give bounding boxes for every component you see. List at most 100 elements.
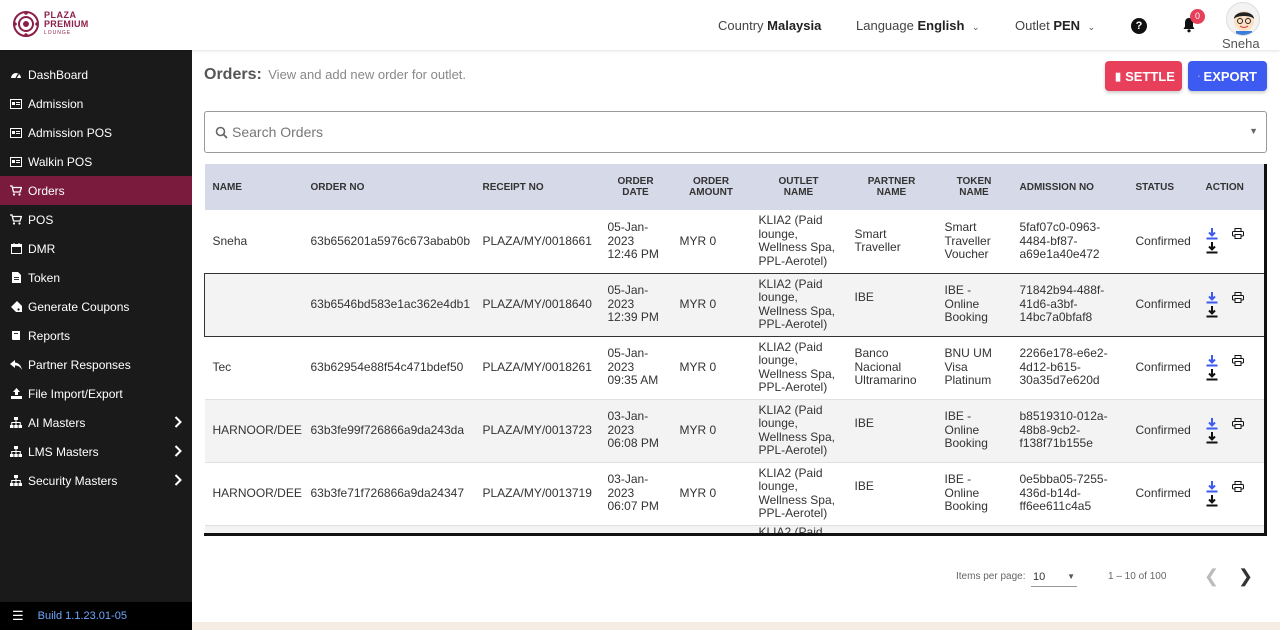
book-icon bbox=[10, 330, 22, 342]
cell-text: Confirmed bbox=[1135, 233, 1191, 248]
cell-admission-no bbox=[1012, 525, 1128, 533]
col-header-status[interactable]: STATUS bbox=[1128, 164, 1198, 210]
col-header-partner-name[interactable]: PARTNER NAME bbox=[847, 164, 937, 210]
print-icon[interactable] bbox=[1231, 417, 1244, 429]
print-icon[interactable] bbox=[1231, 480, 1244, 492]
sidebar-item-lms-masters[interactable]: LMS Masters bbox=[0, 437, 192, 466]
sidebar-item-file-import-export[interactable]: File Import/Export bbox=[0, 379, 192, 408]
sidebar-item-label: Admission bbox=[28, 96, 84, 111]
sidebar-item-dmr[interactable]: DMR bbox=[0, 234, 192, 263]
outlet-dropdown[interactable]: Outlet PEN ⌄ bbox=[1015, 18, 1095, 33]
sidebar-item-generate-coupons[interactable]: Generate Coupons bbox=[0, 292, 192, 321]
col-header-order-no[interactable]: ORDER NO bbox=[303, 164, 475, 210]
cell-outlet-name: KLIA2 (Paid lounge, Wellness Spa, PPL-Aerot… bbox=[751, 336, 847, 399]
help-icon[interactable]: ? bbox=[1131, 18, 1147, 34]
sidebar-item-ai-masters[interactable]: AI Masters bbox=[0, 408, 192, 437]
sidebar-item-orders[interactable]: Orders bbox=[0, 176, 192, 205]
download-icon[interactable] bbox=[1206, 354, 1218, 367]
col-header-name[interactable]: NAME bbox=[205, 164, 303, 210]
next-page-button[interactable]: ❯ bbox=[1238, 566, 1253, 587]
sidebar-item-admission[interactable]: Admission bbox=[0, 89, 192, 118]
cell-line: IBE bbox=[854, 479, 874, 493]
sidebar-item-label: Token bbox=[28, 270, 61, 285]
cell-action bbox=[1198, 525, 1265, 533]
download-icon[interactable] bbox=[1206, 417, 1218, 430]
cell-order-no: 63b3fe99f726866a9da243da bbox=[303, 399, 475, 462]
cell-status: Confirmed bbox=[1128, 399, 1198, 462]
col-header-outlet-name[interactable]: OUTLET NAME bbox=[751, 164, 847, 210]
sidebar-item-pos[interactable]: POS bbox=[0, 205, 192, 234]
col-header-receipt-no[interactable]: RECEIPT NO bbox=[475, 164, 600, 210]
outlet-value: PEN bbox=[1053, 18, 1081, 33]
logo-line-3: LOUNGE bbox=[44, 29, 72, 36]
table-row[interactable]: Tec 63b62954e88f54c471bdef50 PLAZA/MY/0018… bbox=[204, 336, 1265, 399]
print-icon[interactable] bbox=[1231, 291, 1244, 303]
cell-text: 63b6546bd583e1ac362e4db1 bbox=[310, 296, 471, 311]
table-row[interactable]: KLIA2 (Paid bbox=[204, 525, 1265, 533]
items-per-page-select[interactable]: 10 ▼ bbox=[1031, 567, 1077, 587]
export-button[interactable]: EXPORT bbox=[1188, 61, 1267, 91]
avatar[interactable] bbox=[1226, 2, 1260, 36]
sidebar-item-reports[interactable]: Reports bbox=[0, 321, 192, 350]
search-box[interactable]: ▼ bbox=[204, 111, 1267, 153]
cell-line: lounge, bbox=[758, 290, 798, 304]
download-icon[interactable] bbox=[1206, 368, 1218, 381]
table-scrollbar[interactable] bbox=[1264, 164, 1267, 536]
table-row[interactable]: 63b6546bd583e1ac362e4db1 PLAZA/MY/0018640… bbox=[204, 272, 1264, 337]
table-row[interactable]: HARNOOR/DEE 63b3fe99f726866a9da243da PLAZA… bbox=[204, 399, 1264, 462]
col-header-order-amount[interactable]: ORDER AMOUNT bbox=[672, 164, 751, 210]
cell-line: Banco bbox=[854, 346, 889, 361]
sidebar-item-label: Security Masters bbox=[28, 473, 118, 488]
col-header-admission-no[interactable]: ADMISSION NO bbox=[1012, 164, 1128, 210]
sidebar-item-admission-pos[interactable]: Admission POS bbox=[0, 118, 192, 147]
cell-line: 14bc7a0bfaf8 bbox=[1019, 310, 1093, 325]
sidebar-item-token[interactable]: Token bbox=[0, 263, 192, 292]
chevron-down-icon: ⌄ bbox=[972, 22, 980, 32]
table-row[interactable]: Sneha 63b656201a5976c673abab0b PLAZA/MY/00… bbox=[204, 210, 1264, 273]
notification-badge: 0 bbox=[1190, 9, 1205, 24]
user-name[interactable]: Sneha bbox=[1222, 36, 1260, 51]
sidebar-item-partner-responses[interactable]: Partner Responses bbox=[0, 350, 192, 379]
cell-action bbox=[1198, 336, 1265, 399]
settle-button[interactable]: ▮ SETTLE bbox=[1105, 61, 1182, 91]
language-dropdown[interactable]: Language English ⌄ bbox=[856, 18, 980, 33]
cell-text: PLAZA/MY/0013723 bbox=[482, 422, 592, 437]
print-icon[interactable] bbox=[1231, 354, 1244, 366]
download-icon[interactable] bbox=[1206, 305, 1218, 318]
col-header-order-date[interactable]: ORDER DATE bbox=[600, 164, 672, 210]
download-group bbox=[1206, 228, 1218, 254]
download-icon[interactable] bbox=[1206, 228, 1218, 240]
cell-text: 63b3fe71f726866a9da24347 bbox=[310, 485, 465, 500]
cell-line: BNU UM bbox=[944, 346, 992, 361]
plaza-premium-logo[interactable]: PLAZA PREMIUM LOUNGE bbox=[12, 10, 89, 38]
search-input[interactable] bbox=[232, 124, 1232, 140]
download-icon[interactable] bbox=[1206, 431, 1218, 444]
table-row[interactable]: HARNOOR/DEE 63b3fe71f726866a9da24347 PLAZA… bbox=[204, 462, 1264, 525]
cell-outlet-name: KLIA2 (Paid lounge, Wellness Spa, PPL-Aerot… bbox=[750, 272, 847, 337]
cell-status bbox=[1128, 525, 1198, 533]
previous-page-button[interactable]: ❮ bbox=[1204, 566, 1219, 587]
dropdown-arrow-icon[interactable]: ▼ bbox=[1249, 126, 1258, 136]
tag-icon bbox=[10, 300, 22, 313]
cell-line: lounge, bbox=[758, 479, 798, 493]
print-icon[interactable] bbox=[1231, 228, 1244, 240]
hamburger-menu-icon[interactable]: ☰ bbox=[12, 608, 24, 624]
sidebar-item-walkin-pos[interactable]: Walkin POS bbox=[0, 147, 192, 176]
country-display: Country Malaysia bbox=[718, 18, 821, 33]
col-header-text: PARTNER bbox=[867, 176, 916, 187]
cell-line: Wellness Spa, bbox=[758, 492, 835, 507]
download-group bbox=[1206, 417, 1218, 444]
language-label: Language bbox=[856, 18, 914, 33]
download-icon[interactable] bbox=[1206, 291, 1218, 304]
cell-line: 30a35d7e620d bbox=[1019, 373, 1100, 388]
cell-text: Confirmed bbox=[1135, 296, 1191, 311]
sidebar-item-label: DashBoard bbox=[28, 67, 89, 82]
cell-admission-no: 71842b94-488f- 41d6-a3bf- 14bc7a0bfaf8 bbox=[1011, 272, 1128, 337]
download-icon[interactable] bbox=[1206, 494, 1218, 507]
sidebar-item-dashboard[interactable]: DashBoard bbox=[0, 60, 192, 89]
download-icon[interactable] bbox=[1206, 480, 1218, 493]
col-header-token-name[interactable]: TOKEN NAME bbox=[937, 164, 1012, 210]
sidebar-item-security-masters[interactable]: Security Masters bbox=[0, 466, 192, 495]
cell-order-date: 05-Jan-2023 12:39 PM bbox=[599, 272, 672, 337]
download-icon[interactable] bbox=[1206, 242, 1218, 254]
